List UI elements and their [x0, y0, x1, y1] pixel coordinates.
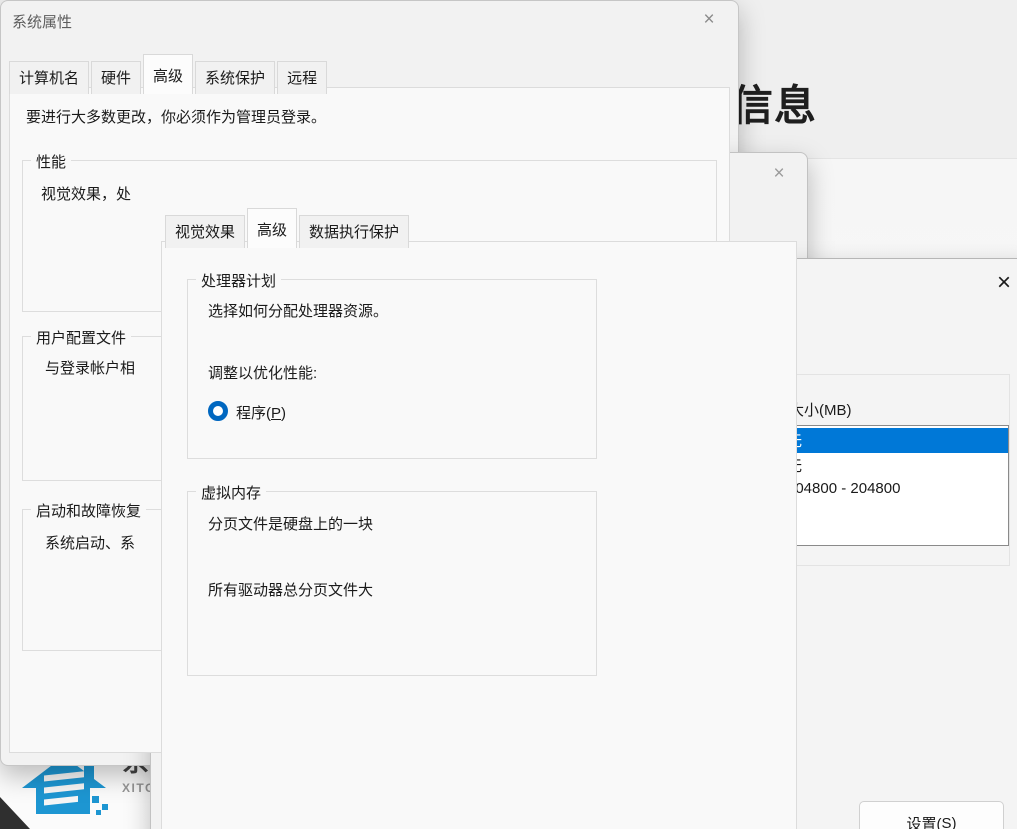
admin-note: 要进行大多数更改，你必须作为管理员登录。 — [26, 106, 326, 127]
performance-options-tabstrip: 视觉效果 高级 数据执行保护 — [165, 208, 411, 248]
performance-options-close-icon[interactable]: × — [763, 161, 795, 187]
tab-advanced[interactable]: 高级 — [143, 54, 193, 94]
user-profiles-group-text: 与登录帐户相 — [45, 357, 135, 378]
system-properties-close-icon[interactable]: × — [693, 7, 725, 33]
tab-visual-effects[interactable]: 视觉效果 — [165, 215, 245, 248]
tab-dep[interactable]: 数据执行保护 — [299, 215, 409, 248]
processor-scheduling-group: 处理器计划 选择如何分配处理器资源。 调整以优化性能: 程序(P) — [187, 279, 597, 459]
po-virtual-memory-group: 虚拟内存 分页文件是硬盘上的一块 所有驱动器总分页文件大 — [187, 491, 597, 676]
performance-options-dialog: 性能选项 × 视觉效果 高级 数据执行保护 处理器计划 选择如何分配处理器资源。… — [150, 152, 808, 829]
virtual-memory-close-icon[interactable]: × — [986, 268, 1017, 298]
tab-computer-name[interactable]: 计算机名 — [9, 61, 89, 94]
adjust-performance-label: 调整以优化性能: — [208, 362, 317, 383]
startup-recovery-group-label: 启动和故障恢复 — [31, 500, 146, 521]
po-vm-line1: 分页文件是硬盘上的一块 — [208, 513, 373, 534]
po-virtual-memory-label: 虚拟内存 — [196, 482, 266, 503]
user-profiles-group-label: 用户配置文件 — [31, 327, 131, 348]
startup-recovery-group-text: 系统启动、系 — [45, 532, 135, 553]
tab-po-advanced[interactable]: 高级 — [247, 208, 297, 248]
corner-decoration — [0, 797, 30, 829]
site-logo-icon-reflection — [20, 822, 112, 829]
programs-radio-label[interactable]: 程序(P) — [236, 402, 286, 423]
po-advanced-tab-page: 处理器计划 选择如何分配处理器资源。 调整以优化性能: 程序(P) 虚拟内存 分… — [161, 241, 797, 829]
processor-scheduling-text: 选择如何分配处理器资源。 — [208, 300, 388, 321]
system-properties-tabstrip: 计算机名 硬件 高级 系统保护 远程 — [9, 54, 329, 94]
page-heading: 信息 — [731, 72, 817, 133]
system-properties-title: 系统属性 — [12, 11, 72, 32]
po-vm-line2: 所有驱动器总分页文件大 — [208, 579, 373, 600]
tab-remote[interactable]: 远程 — [277, 61, 327, 94]
performance-group-label: 性能 — [31, 151, 71, 172]
screen: 信息 系统之家 XITONGZHIJIA.NET 系统之家 XITONGZHIJ… — [0, 0, 1017, 829]
processor-scheduling-label: 处理器计划 — [196, 270, 281, 291]
programs-radio[interactable] — [208, 401, 228, 421]
tab-system-protection[interactable]: 系统保护 — [195, 61, 275, 94]
tab-hardware[interactable]: 硬件 — [91, 61, 141, 94]
set-button[interactable]: 设置(S) — [859, 801, 1004, 829]
performance-group-text: 视觉效果，处 — [41, 183, 131, 204]
